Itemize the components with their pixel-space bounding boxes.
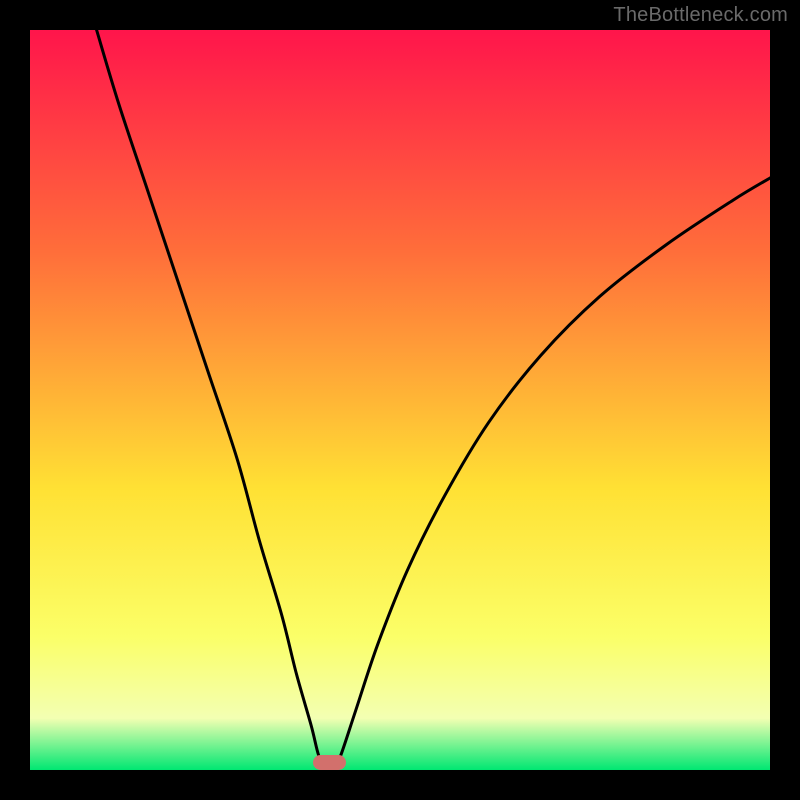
watermark-text: TheBottleneck.com — [613, 4, 788, 27]
optimal-marker — [313, 755, 346, 770]
bottleneck-curve — [30, 30, 770, 770]
plot-area — [30, 30, 770, 770]
chart-frame: TheBottleneck.com — [0, 0, 800, 800]
